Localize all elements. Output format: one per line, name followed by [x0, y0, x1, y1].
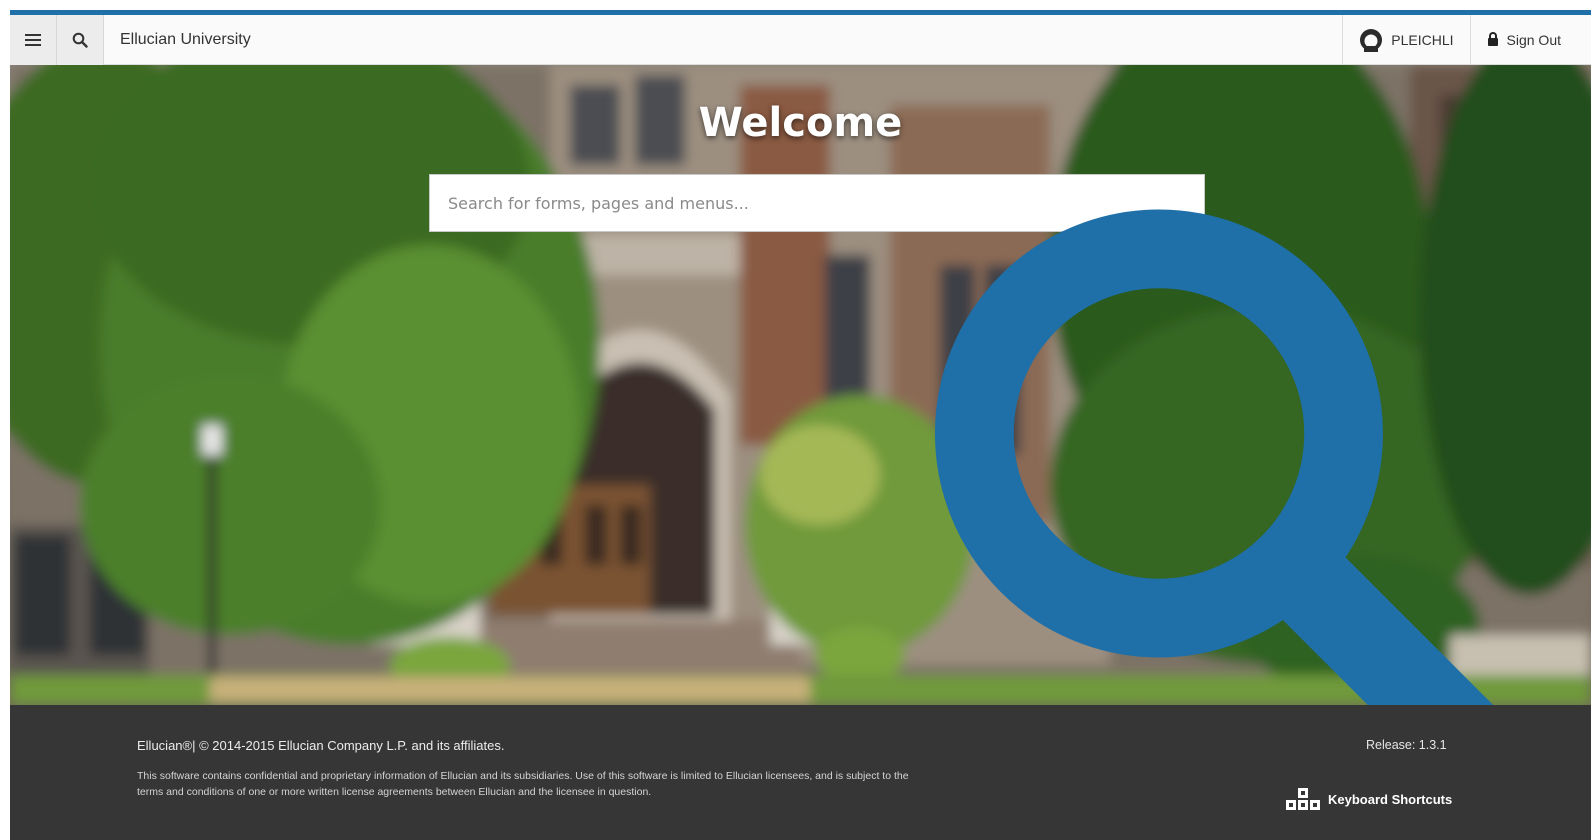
legal-line: terms and conditions of one or more writ… [137, 786, 652, 798]
copyright-text: Ellucian®| © 2014-2015 Ellucian Company … [137, 738, 505, 753]
user-name: PLEICHLI [1391, 31, 1454, 48]
user-menu[interactable]: PLEICHLI [1342, 14, 1469, 65]
hero-banner: Welcome [10, 65, 1591, 705]
menu-button[interactable] [10, 14, 57, 65]
keyboard-shortcuts-label: Keyboard Shortcuts [1328, 791, 1453, 807]
footer: Ellucian®| © 2014-2015 Ellucian Company … [10, 705, 1591, 840]
lock-icon [1487, 32, 1498, 46]
search-button[interactable] [57, 14, 104, 65]
search-icon [934, 209, 1494, 705]
legal-notice: This software contains confidential and … [137, 768, 1037, 800]
search-submit-button[interactable] [934, 175, 1494, 705]
sign-out-button[interactable]: Sign Out [1469, 14, 1591, 65]
user-avatar-icon [1360, 28, 1383, 52]
release-version: Release: 1.3.1 [1366, 738, 1447, 752]
welcome-heading: Welcome [698, 100, 903, 146]
sign-out-label: Sign Out [1506, 31, 1561, 48]
hamburger-menu-icon [25, 33, 41, 46]
legal-line: This software contains confidential and … [137, 770, 909, 782]
global-search-box [429, 174, 1494, 705]
app-title: Ellucian University [120, 30, 251, 48]
keyboard-keys-icon [1286, 788, 1320, 810]
keyboard-shortcuts-button[interactable]: Keyboard Shortcuts [1286, 788, 1452, 810]
search-icon [72, 32, 88, 48]
top-navigation-bar: Ellucian University PLEICHLI Sign Out [10, 14, 1591, 65]
